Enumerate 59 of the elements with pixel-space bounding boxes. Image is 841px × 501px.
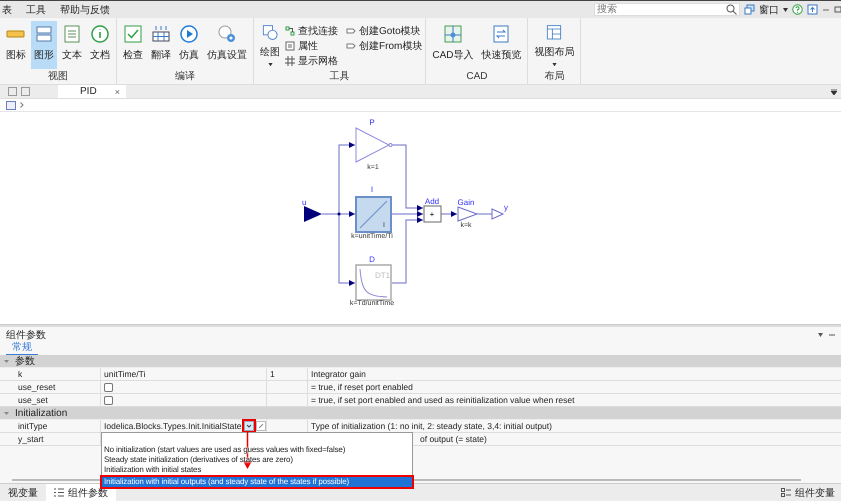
ribbon-button[interactable]: 文本 <box>59 21 85 69</box>
close-icon[interactable]: × <box>114 86 120 96</box>
parameter-value: Iodelica.Blocks.Types.Init.InitialState <box>104 421 242 431</box>
parameter-description: = true, if reset port enabled <box>311 382 413 392</box>
block-label: D <box>369 255 375 264</box>
ribbon-button[interactable]: 翻译 <box>148 21 174 69</box>
block-symbol: DT1 <box>375 271 390 280</box>
ribbon-button[interactable]: CAD导入 <box>429 21 476 69</box>
ribbon-button[interactable]: 创建From模块 <box>346 38 422 53</box>
ribbon-button[interactable]: 显示网格 <box>285 53 338 68</box>
group-label: 工具 <box>328 70 351 84</box>
sum-symbol: + <box>430 210 434 219</box>
parameter-description: of output (= state) <box>420 434 487 444</box>
group-header: Initialization <box>15 408 68 418</box>
group-label: CAD <box>465 70 488 84</box>
menu-item[interactable]: 工具 <box>24 2 54 16</box>
port-label: y <box>504 203 508 212</box>
parameter-name: k <box>18 369 22 379</box>
bottom-tab[interactable]: 组件变量 <box>773 484 841 501</box>
port-label: u <box>302 198 306 207</box>
block-label: Gain <box>458 198 474 207</box>
parameter-name: use_reset <box>18 382 56 392</box>
ribbon-button[interactable]: 属性 <box>285 38 338 53</box>
bottom-tab[interactable]: 组件参数 <box>46 484 116 501</box>
search-field[interactable]: 搜索 <box>594 3 740 16</box>
panel-title: 组件参数 <box>6 328 46 342</box>
parameter-name: initType <box>18 421 48 431</box>
ribbon-button[interactable]: 创建Goto模块 <box>346 23 422 38</box>
group-label: 视图 <box>47 70 69 84</box>
bottom-tab[interactable]: 视变量 <box>0 484 46 501</box>
dropdown-option[interactable]: Initialization with initial outputs (and steady state of the states if possible) <box>102 477 412 487</box>
ribbon-button[interactable]: 仿真 <box>176 21 202 69</box>
document-tab[interactable]: PID × <box>58 85 126 98</box>
ribbon-button[interactable]: 查找连接 <box>285 23 338 38</box>
ribbon-button[interactable]: 图形 <box>31 21 57 69</box>
ribbon-button[interactable]: 视图布局 <box>531 21 578 69</box>
block-label: I <box>370 185 374 194</box>
parameter-name: y_start <box>18 434 44 444</box>
ribbon-button[interactable]: 检查 <box>120 21 146 69</box>
parameter-unit: 1 <box>270 369 275 379</box>
ribbon-button[interactable]: 绘图 <box>257 21 283 69</box>
block-label: Add <box>424 197 440 206</box>
group-label: 布局 <box>543 70 566 84</box>
parameter-description: = true, if set port enabled and used as reinitialization value when reset <box>311 395 574 405</box>
dropdown-option[interactable]: Initialization with initial states <box>102 465 412 475</box>
group-label: 编译 <box>174 70 196 84</box>
block-label: P <box>369 118 375 127</box>
parameter-description: Integrator gain <box>311 369 366 379</box>
window-menu[interactable]: 窗口 <box>759 2 779 16</box>
parameter-value: unitTime/Ti <box>104 369 146 379</box>
parameter-description: Type of initialization (1: no init, 2: steady state, 3,4: initial output) <box>311 421 552 431</box>
parameter-name: use_set <box>18 395 48 405</box>
menu-item[interactable]: 表 <box>0 2 20 16</box>
ribbon-button[interactable]: 快速预览 <box>478 21 524 69</box>
group-header: 参数 <box>15 354 35 368</box>
ribbon-button[interactable]: 仿真设置 <box>204 21 250 69</box>
menu-item[interactable]: 帮助与反馈 <box>58 2 118 16</box>
ribbon-button[interactable]: 文档 <box>87 21 113 69</box>
ribbon-button[interactable]: 图标 <box>3 21 29 69</box>
